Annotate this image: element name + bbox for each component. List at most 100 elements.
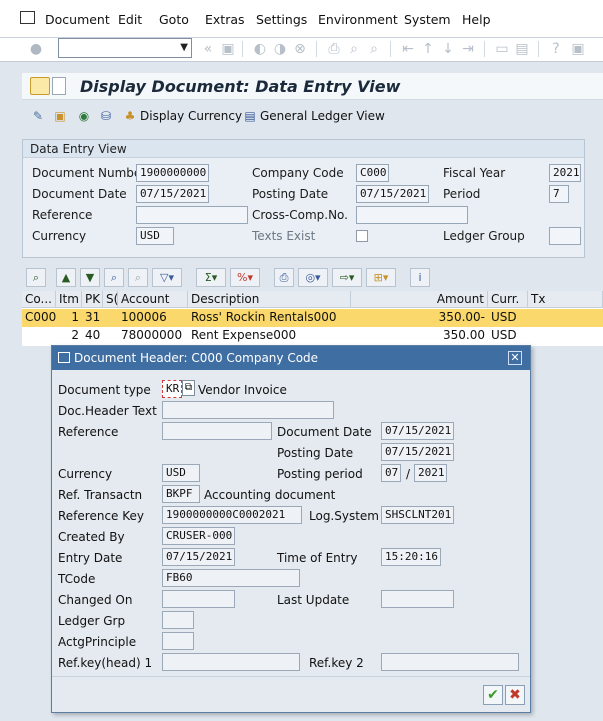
doc-header-text-field[interactable] [162, 401, 334, 419]
subtotal-icon[interactable]: %▾ [230, 268, 260, 287]
cell-curr[interactable]: USD [488, 327, 528, 345]
menu-dropdown-icon[interactable] [52, 77, 66, 95]
cell-co[interactable] [22, 327, 56, 345]
value-help-icon[interactable]: ⧉ [182, 380, 195, 396]
created-by-field[interactable]: CRUSER-000 [162, 527, 235, 545]
new-session-icon[interactable]: ▭ [494, 41, 510, 57]
posting-period-year-field[interactable]: 2021 [414, 464, 447, 482]
menu-goto[interactable]: Goto [159, 12, 189, 27]
ref-transactn-field[interactable]: BKPF [162, 485, 200, 503]
change-layout-icon[interactable]: ◎▾ [298, 268, 328, 287]
previous-page-icon[interactable]: ↑ [420, 41, 436, 57]
display-currency-button[interactable]: Display Currency [140, 109, 242, 123]
currency-field[interactable]: USD [136, 227, 174, 245]
column-header-description[interactable]: Description [188, 291, 351, 308]
posting-period-field[interactable]: 07 [381, 464, 401, 482]
find-icon[interactable]: ⌕ [346, 41, 362, 57]
cell-description[interactable]: Ross' Rockin Rentals000 [188, 309, 351, 327]
cell-s[interactable] [103, 309, 118, 327]
hold-icon[interactable]: ⛁ [98, 108, 114, 124]
ledger-group-field[interactable] [549, 227, 581, 245]
currency-field[interactable]: USD [162, 464, 200, 482]
next-page-icon[interactable]: ↓ [440, 41, 456, 57]
print-icon[interactable]: ⎙ [326, 41, 342, 57]
cell-account[interactable]: 78000000 [118, 327, 188, 345]
enter-icon[interactable]: ● [28, 41, 44, 57]
entry-date-field[interactable]: 07/15/2021 [162, 548, 235, 566]
currency-icon[interactable]: ♣ [122, 108, 138, 124]
document-icon[interactable] [30, 77, 50, 95]
last-page-icon[interactable]: ⇥ [460, 41, 476, 57]
changed-on-field[interactable] [162, 590, 235, 608]
cell-amount[interactable]: 350.00- [351, 309, 488, 327]
info-icon[interactable]: i [410, 268, 430, 287]
column-header-account[interactable]: Account [118, 291, 188, 308]
menu-settings[interactable]: Settings [256, 12, 307, 27]
time-of-entry-field[interactable]: 15:20:16 [381, 548, 441, 566]
save-icon[interactable]: ▣ [220, 41, 236, 57]
sum-icon[interactable]: Σ▾ [196, 268, 226, 287]
find-next-icon[interactable]: ⌕ [128, 268, 148, 287]
cell-co[interactable]: C000 [22, 309, 56, 327]
cell-tx[interactable] [528, 327, 603, 345]
cell-amount[interactable]: 350.00 [351, 327, 488, 345]
cell-description[interactable]: Rent Expense000 [188, 327, 351, 345]
ref-key-head-field[interactable] [162, 653, 300, 671]
help-icon[interactable]: ? [548, 41, 564, 57]
details-icon[interactable]: ⌕ [26, 268, 46, 287]
cancel-button[interactable]: ✖ [505, 685, 525, 705]
continue-button[interactable]: ✔ [483, 685, 503, 705]
fiscal-year-field[interactable]: 2021 [549, 164, 581, 182]
cell-pk[interactable]: 40 [82, 327, 103, 345]
command-field[interactable]: ▼ [58, 38, 192, 58]
sort-descending-icon[interactable]: ▼ [80, 268, 100, 287]
cell-itm[interactable]: 2 [56, 327, 82, 345]
column-header-s[interactable]: S( [103, 291, 118, 308]
last-update-field[interactable] [381, 590, 454, 608]
document-overview-icon[interactable]: ◉ [76, 108, 92, 124]
actg-principle-field[interactable] [162, 632, 194, 650]
document-number-field[interactable]: 1900000000 [136, 164, 209, 182]
filter-icon[interactable]: ▽▾ [152, 268, 182, 287]
cell-itm[interactable]: 1 [56, 309, 82, 327]
column-header-pk[interactable]: PK [82, 291, 103, 308]
menu-environment[interactable]: Environment [318, 12, 398, 27]
table-row[interactable]: 2 40 78000000 Rent Expense000 350.00 USD [22, 327, 603, 345]
menu-system[interactable]: System [404, 12, 451, 27]
column-header-itm[interactable]: Itm [56, 291, 82, 308]
print-preview-icon[interactable]: ⎙ [274, 268, 294, 287]
posting-date-field[interactable]: 07/15/2021 [356, 185, 429, 203]
cell-account[interactable]: 100006 [118, 309, 188, 327]
table-row[interactable]: C000 1 31 100006 Ross' Rockin Rentals000… [22, 309, 603, 327]
menu-help[interactable]: Help [462, 12, 491, 27]
export-icon[interactable]: ⇨▾ [332, 268, 362, 287]
cell-curr[interactable]: USD [488, 309, 528, 327]
document-date-field[interactable]: 07/15/2021 [136, 185, 209, 203]
other-document-icon[interactable]: ▣ [52, 108, 68, 124]
exit-icon[interactable]: ◑ [272, 41, 288, 57]
cell-pk[interactable]: 31 [82, 309, 103, 327]
close-icon[interactable]: ✕ [508, 351, 522, 365]
reference-field[interactable] [136, 206, 248, 224]
ref-key2-field[interactable] [381, 653, 519, 671]
company-code-field[interactable]: C000 [356, 164, 389, 182]
reference-key-field[interactable]: 1900000000C0002021 [162, 506, 302, 524]
texts-exist-checkbox[interactable] [356, 230, 368, 242]
menu-edit[interactable]: Edit [118, 12, 142, 27]
find-icon[interactable]: ⌕ [104, 268, 124, 287]
back-icon[interactable]: « [200, 41, 216, 57]
ledger-grp-field[interactable] [162, 611, 194, 629]
shortcut-icon[interactable]: ▤ [514, 41, 530, 57]
tcode-field[interactable]: FB60 [162, 569, 300, 587]
column-header-co[interactable]: Co... [22, 291, 56, 308]
menu-document[interactable]: Document [45, 12, 110, 27]
column-header-tx[interactable]: Tx [528, 291, 603, 308]
log-system-field[interactable]: SHSCLNT201 [381, 506, 454, 524]
menu-extras[interactable]: Extras [205, 12, 245, 27]
find-next-icon[interactable]: ⌕ [366, 41, 382, 57]
posting-date-field[interactable]: 07/15/2021 [381, 443, 454, 461]
cancel-icon[interactable]: ⊗ [292, 41, 308, 57]
cell-tx[interactable] [528, 309, 603, 327]
menu-icon[interactable] [20, 11, 35, 24]
display-change-icon[interactable]: ✎ [30, 108, 46, 124]
